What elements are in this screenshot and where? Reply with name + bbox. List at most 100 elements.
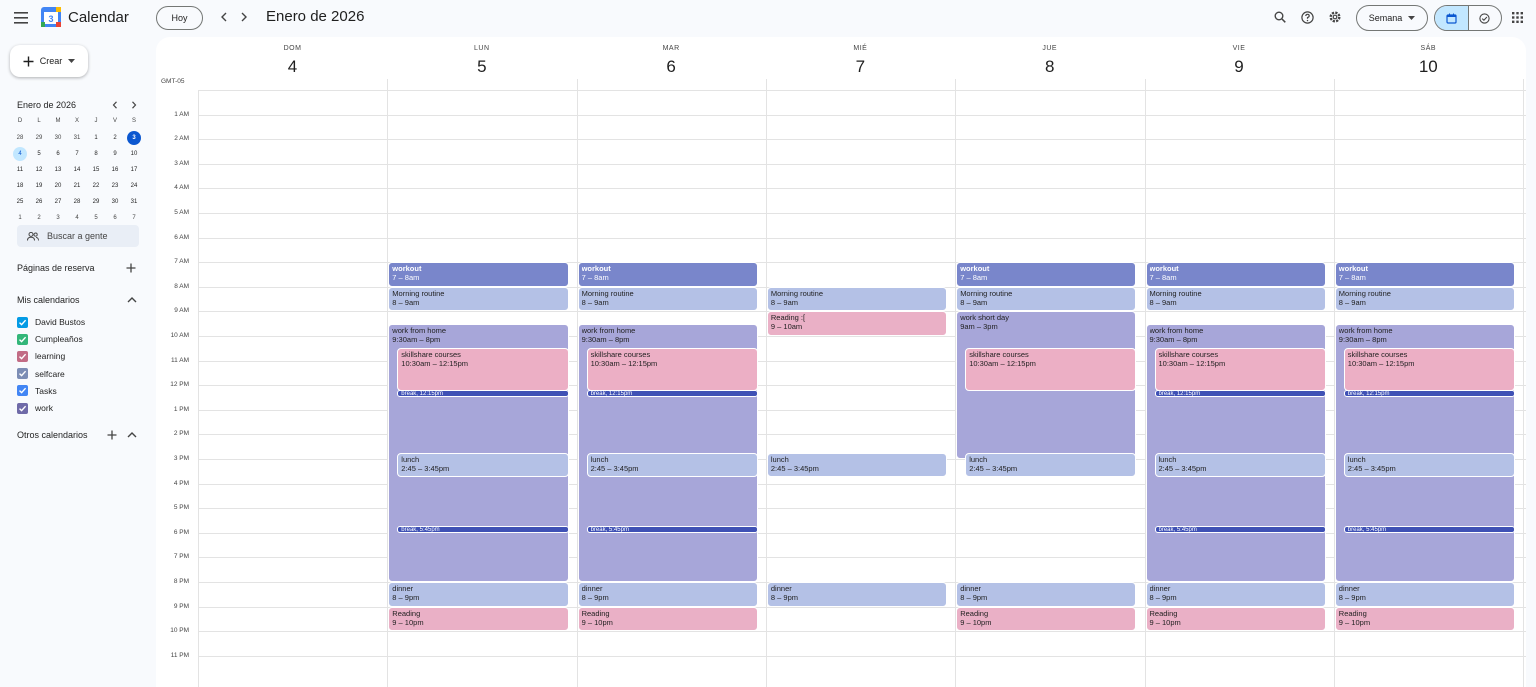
mini-calendar-day[interactable]: 20 xyxy=(51,179,65,193)
calendar-event-break[interactable]: break, 12:15pm xyxy=(1154,390,1326,398)
mini-calendar-day[interactable]: 2 xyxy=(32,211,46,225)
mini-calendar-day[interactable]: 21 xyxy=(70,179,84,193)
calendar-event-dinner[interactable]: dinner 8 – 9pm xyxy=(577,582,758,607)
mini-calendar-day[interactable]: 30 xyxy=(108,195,122,209)
mini-calendar-day[interactable]: 24 xyxy=(127,179,141,193)
calendar-event-lunch[interactable]: lunch 2:45 – 3:45pm xyxy=(766,452,948,478)
mini-next-month-icon[interactable] xyxy=(128,99,140,111)
day-number[interactable]: 4 xyxy=(198,57,387,77)
mini-calendar-day[interactable]: 9 xyxy=(108,147,122,161)
mini-calendar-day[interactable]: 27 xyxy=(51,195,65,209)
mini-calendar-day[interactable]: 19 xyxy=(32,179,46,193)
calendar-event-workout[interactable]: workout 7 – 8am xyxy=(1334,262,1516,287)
calendar-event-workout[interactable]: workout 7 – 8am xyxy=(1145,262,1326,287)
mini-calendar-day[interactable]: 16 xyxy=(108,163,122,177)
day-header[interactable]: MIÉ 7 xyxy=(766,37,955,77)
calendar-event-break[interactable]: break, 5:45pm xyxy=(1343,525,1516,533)
checkbox-checked-icon[interactable] xyxy=(17,316,28,328)
calendar-item[interactable]: Cumpleaños xyxy=(17,332,83,346)
mini-calendar-day[interactable]: 7 xyxy=(127,211,141,225)
mini-calendar-day[interactable]: 17 xyxy=(127,163,141,177)
calendar-event-lunch[interactable]: lunch 2:45 – 3:45pm xyxy=(1343,452,1516,478)
calendar-event-break[interactable]: break, 12:15pm xyxy=(586,390,758,398)
mini-calendar-day[interactable]: 14 xyxy=(70,163,84,177)
mini-calendar-day[interactable]: 3 xyxy=(51,211,65,225)
calendar-event-reading[interactable]: Reading 9 – 10pm xyxy=(577,606,758,632)
next-week-icon[interactable] xyxy=(235,7,253,27)
calendar-event-morning[interactable]: Morning routine 8 – 9am xyxy=(388,286,569,312)
mini-calendar-day[interactable]: 29 xyxy=(32,131,46,145)
mini-calendar-day[interactable]: 23 xyxy=(108,179,122,193)
calendar-event-lunch[interactable]: lunch 2:45 – 3:45pm xyxy=(1154,452,1326,478)
mini-calendar-day[interactable]: 7 xyxy=(70,147,84,161)
day-header[interactable]: DOM 4 xyxy=(198,37,387,77)
mini-calendar-day[interactable]: 5 xyxy=(32,147,46,161)
day-header[interactable]: MAR 6 xyxy=(577,37,766,77)
mini-calendar-day[interactable]: 31 xyxy=(70,131,84,145)
calendar-view-button[interactable] xyxy=(1435,6,1469,30)
checkbox-checked-icon[interactable] xyxy=(17,385,28,397)
search-icon[interactable] xyxy=(1271,8,1289,26)
calendar-event-morning[interactable]: Morning routine 8 – 9am xyxy=(1334,286,1516,312)
mini-calendar-day[interactable]: 28 xyxy=(70,195,84,209)
mini-calendar-day[interactable]: 13 xyxy=(51,163,65,177)
mini-calendar-day[interactable]: 6 xyxy=(108,211,122,225)
mini-calendar-day[interactable]: 3 xyxy=(127,131,141,145)
calendar-event-break[interactable]: break, 5:45pm xyxy=(397,525,569,533)
calendar-event-reading[interactable]: Reading 9 – 10pm xyxy=(956,606,1137,632)
search-people-field[interactable]: Buscar a gente xyxy=(17,225,139,247)
calendar-event-reading[interactable]: Reading :[9 – 10am xyxy=(766,311,948,336)
calendar-item[interactable]: Tasks xyxy=(17,384,57,398)
calendar-event-break[interactable]: break, 5:45pm xyxy=(586,525,758,533)
calendar-item[interactable]: selfcare xyxy=(17,367,65,381)
calendar-event-morning[interactable]: Morning routine 8 – 9am xyxy=(1145,286,1326,312)
calendar-event-reading[interactable]: Reading 9 – 10pm xyxy=(1145,606,1326,632)
calendar-event-lunch[interactable]: lunch 2:45 – 3:45pm xyxy=(397,452,569,478)
mini-prev-month-icon[interactable] xyxy=(109,99,121,111)
calendar-event-workout[interactable]: workout 7 – 8am xyxy=(388,262,569,287)
day-number[interactable]: 10 xyxy=(1334,57,1523,77)
checkbox-checked-icon[interactable] xyxy=(17,333,28,345)
calendar-event-skill[interactable]: skillshare courses 10:30am – 12:15pm xyxy=(586,348,758,392)
help-icon[interactable] xyxy=(1298,8,1316,26)
calendar-event-morning[interactable]: Morning routine 8 – 9am xyxy=(577,286,758,312)
mini-calendar-day[interactable]: 18 xyxy=(13,179,27,193)
mini-calendar-day[interactable]: 1 xyxy=(13,211,27,225)
calendar-event-dinner[interactable]: dinner 8 – 9pm xyxy=(388,582,569,607)
mini-calendar-day[interactable]: 30 xyxy=(51,131,65,145)
mini-calendar-day[interactable]: 2 xyxy=(108,131,122,145)
mini-calendar-day[interactable]: 1 xyxy=(89,131,103,145)
add-booking-page-icon[interactable] xyxy=(125,262,137,274)
my-calendars-heading[interactable]: Mis calendarios xyxy=(17,295,80,305)
calendar-event-workout[interactable]: workout 7 – 8am xyxy=(956,262,1137,287)
collapse-my-calendars-icon[interactable] xyxy=(126,294,138,306)
mini-calendar-day[interactable]: 10 xyxy=(127,147,141,161)
calendar-event-break[interactable]: break, 12:15pm xyxy=(397,390,569,398)
day-number[interactable]: 9 xyxy=(1145,57,1334,77)
calendar-item[interactable]: David Bustos xyxy=(17,315,85,329)
mini-calendar-day[interactable]: 26 xyxy=(32,195,46,209)
mini-calendar-day[interactable]: 12 xyxy=(32,163,46,177)
calendar-event-lunch[interactable]: lunch 2:45 – 3:45pm xyxy=(965,452,1137,478)
calendar-event-dinner[interactable]: dinner 8 – 9pm xyxy=(1334,582,1516,607)
other-calendars-heading[interactable]: Otros calendarios xyxy=(17,430,88,440)
calendar-event-morning[interactable]: Morning routine 8 – 9am xyxy=(766,286,948,312)
calendar-event-workout[interactable]: workout 7 – 8am xyxy=(577,262,758,287)
mini-calendar-day[interactable]: 11 xyxy=(13,163,27,177)
day-header[interactable]: LUN 5 xyxy=(387,37,576,77)
checkbox-checked-icon[interactable] xyxy=(17,402,28,414)
mini-calendar-day[interactable]: 22 xyxy=(89,179,103,193)
mini-calendar-day[interactable]: 31 xyxy=(127,195,141,209)
apps-grid-icon[interactable] xyxy=(1510,10,1524,24)
mini-calendar-day[interactable]: 25 xyxy=(13,195,27,209)
calendar-event-lunch[interactable]: lunch 2:45 – 3:45pm xyxy=(586,452,758,478)
calendar-event-dinner[interactable]: dinner 8 – 9pm xyxy=(956,582,1137,607)
day-header[interactable]: JUE 8 xyxy=(955,37,1144,77)
mini-calendar-day[interactable]: 15 xyxy=(89,163,103,177)
calendar-event-break[interactable]: break, 5:45pm xyxy=(1154,525,1326,533)
mini-calendar-day[interactable]: 6 xyxy=(51,147,65,161)
day-header[interactable]: VIE 9 xyxy=(1145,37,1334,77)
day-number[interactable]: 5 xyxy=(387,57,576,77)
calendar-event-reading[interactable]: Reading 9 – 10pm xyxy=(1334,606,1516,632)
mini-calendar-day[interactable]: 4 xyxy=(70,211,84,225)
